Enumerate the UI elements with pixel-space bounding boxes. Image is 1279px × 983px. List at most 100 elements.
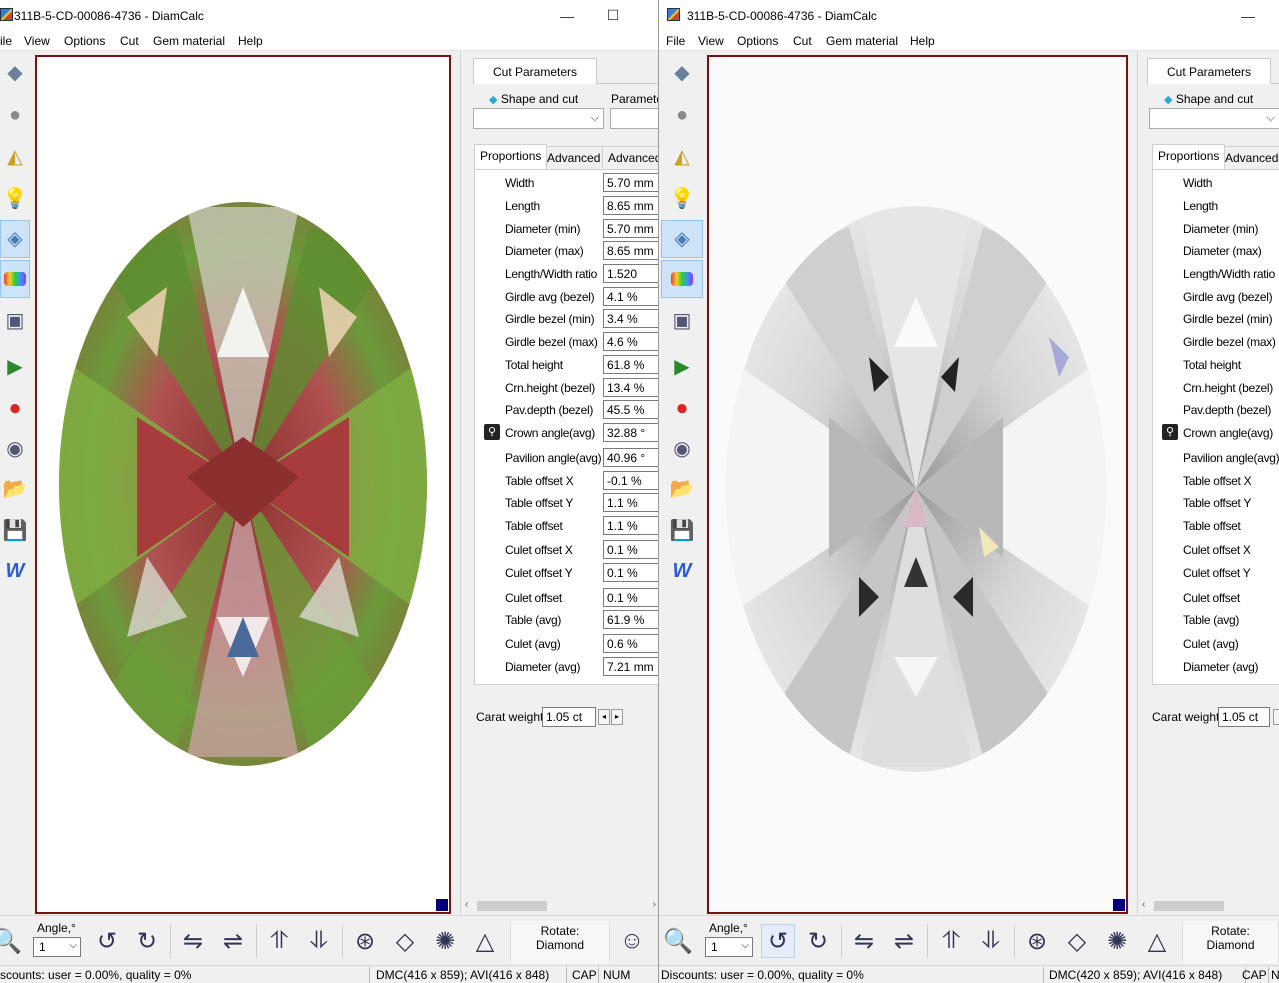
- proportion-value-field[interactable]: 8.65 mm: [603, 241, 658, 260]
- parameter-select[interactable]: [610, 108, 658, 129]
- proportion-value-field[interactable]: 0.1 %: [603, 563, 658, 582]
- rotate-ccw-button[interactable]: ↺: [761, 924, 795, 958]
- view-profile-button[interactable]: △: [1140, 924, 1174, 958]
- minimize-icon[interactable]: —: [1225, 0, 1271, 31]
- lock-toggle-icon[interactable]: ⚲: [484, 424, 500, 440]
- proportion-value-field[interactable]: 3.4 %: [603, 309, 658, 328]
- proportion-value-field[interactable]: 1.520: [603, 264, 658, 283]
- carat-decrease-button[interactable]: [1273, 709, 1279, 725]
- angle-select[interactable]: 1 ⌵: [33, 937, 81, 957]
- proportion-value-field[interactable]: 61.9 %: [603, 610, 658, 629]
- menu-view[interactable]: View: [24, 34, 50, 48]
- tab-proportions[interactable]: Proportions: [474, 144, 548, 169]
- menu-file[interactable]: File: [666, 34, 685, 48]
- minimize-icon[interactable]: —: [544, 0, 590, 31]
- zoom-tool[interactable]: 🔍: [0, 924, 24, 958]
- tilt-down-button[interactable]: ⥥: [974, 924, 1008, 958]
- open-tool[interactable]: 📂: [661, 470, 703, 508]
- open-tool[interactable]: 📂: [0, 470, 30, 508]
- proportion-value-field[interactable]: 4.6 %: [603, 332, 658, 351]
- diamond-view-tool[interactable]: ◆: [661, 54, 703, 92]
- tab-cut-parameters[interactable]: Cut Parameters: [473, 58, 597, 84]
- panel-horizontal-scrollbar[interactable]: ‹ ›: [461, 898, 658, 914]
- view-profile-button[interactable]: △: [468, 924, 502, 958]
- carat-weight-field[interactable]: 1.05 ct: [1218, 707, 1270, 727]
- render-tool[interactable]: ◈: [661, 220, 703, 258]
- proportion-value-field[interactable]: 32.88 °: [603, 423, 658, 442]
- rotate-ccw-button[interactable]: ↺: [90, 924, 124, 958]
- record-tool[interactable]: ⏺: [0, 390, 30, 428]
- scroll-left-icon[interactable]: ‹: [1142, 899, 1145, 910]
- light-tool[interactable]: ●: [0, 96, 30, 134]
- rotate-mode-box[interactable]: Rotate: Diamond: [1182, 921, 1279, 963]
- menu-gem-material[interactable]: Gem material: [153, 34, 225, 48]
- scroll-thumb[interactable]: [477, 901, 547, 911]
- menu-help[interactable]: Help: [910, 34, 935, 48]
- proportion-value-field[interactable]: 45.5 %: [603, 400, 658, 419]
- flip-horizontal-left-button[interactable]: ⇋: [847, 924, 881, 958]
- proportion-value-field[interactable]: 1.1 %: [603, 493, 658, 512]
- scroll-left-icon[interactable]: ‹: [465, 899, 468, 910]
- proportion-value-field[interactable]: 13.4 %: [603, 378, 658, 397]
- proportion-value-field[interactable]: 0.1 %: [603, 588, 658, 607]
- shape-and-cut-select[interactable]: ⌵: [1149, 108, 1279, 129]
- proportion-value-field[interactable]: 0.6 %: [603, 634, 658, 653]
- paint-tool[interactable]: ◭: [0, 138, 30, 176]
- carat-weight-field[interactable]: 1.05 ct: [542, 707, 596, 727]
- user-button[interactable]: ☺: [615, 924, 649, 958]
- proportion-value-field[interactable]: 5.70 mm: [603, 173, 658, 192]
- export-tool[interactable]: ◉: [0, 430, 30, 468]
- tilt-up-button[interactable]: ⥣: [934, 924, 968, 958]
- title-bar[interactable]: 311B-5-CD-00086-4736 - DiamCalc — ☐: [0, 0, 658, 31]
- angle-select[interactable]: 1 ⌵: [705, 937, 753, 957]
- menu-view[interactable]: View: [698, 34, 724, 48]
- menu-file[interactable]: ile: [0, 34, 12, 48]
- view-bottom-button[interactable]: ✺: [428, 924, 462, 958]
- panel-horizontal-scrollbar[interactable]: ‹: [1138, 898, 1279, 914]
- diamond-viewport[interactable]: [35, 55, 451, 914]
- screen-tool[interactable]: ▣: [0, 302, 30, 340]
- carat-decrease-button[interactable]: ◂: [598, 709, 610, 725]
- menu-options[interactable]: Options: [64, 34, 105, 48]
- tab-proportions[interactable]: Proportions: [1152, 144, 1226, 169]
- maximize-icon[interactable]: ☐: [590, 0, 636, 31]
- flip-horizontal-right-button[interactable]: ⇌: [887, 924, 921, 958]
- tab-advanced-1[interactable]: Advanced: [541, 146, 607, 168]
- proportion-value-field[interactable]: 5.70 mm: [603, 219, 658, 238]
- diamond-viewport[interactable]: [707, 55, 1128, 914]
- view-side-button[interactable]: ◇: [1060, 924, 1094, 958]
- carat-increase-button[interactable]: ▸: [611, 709, 623, 725]
- render-tool[interactable]: ◈: [0, 220, 30, 258]
- tab-advanced-1[interactable]: Advanced: [1219, 146, 1279, 168]
- lighting-tool[interactable]: 💡: [661, 180, 703, 218]
- proportion-value-field[interactable]: 40.96 °: [603, 448, 658, 467]
- word-export-tool[interactable]: W: [0, 552, 30, 590]
- save-tool[interactable]: 💾: [0, 512, 30, 550]
- shape-and-cut-select[interactable]: ⌵: [473, 108, 604, 129]
- spectrum-tool[interactable]: [0, 260, 30, 298]
- menu-options[interactable]: Options: [737, 34, 778, 48]
- menu-cut[interactable]: Cut: [120, 34, 139, 48]
- proportion-value-field[interactable]: 61.8 %: [603, 355, 658, 374]
- tilt-down-button[interactable]: ⥥: [302, 924, 336, 958]
- export-tool[interactable]: ◉: [661, 430, 703, 468]
- view-top-button[interactable]: ⊛: [348, 924, 382, 958]
- diamond-view-tool[interactable]: ◆: [0, 54, 30, 92]
- zoom-tool[interactable]: 🔍: [661, 924, 695, 958]
- screen-tool[interactable]: ▣: [661, 302, 703, 340]
- proportion-value-field[interactable]: 1.1 %: [603, 516, 658, 535]
- view-side-button[interactable]: ◇: [388, 924, 422, 958]
- save-tool[interactable]: 💾: [661, 512, 703, 550]
- scroll-right-icon[interactable]: ›: [653, 899, 656, 910]
- title-bar[interactable]: 311B-5-CD-00086-4736 - DiamCalc —: [659, 0, 1279, 31]
- tilt-up-button[interactable]: ⥣: [262, 924, 296, 958]
- record-tool[interactable]: ⏺: [661, 390, 703, 428]
- proportion-value-field[interactable]: 0.1 %: [603, 540, 658, 559]
- menu-gem-material[interactable]: Gem material: [826, 34, 898, 48]
- tab-cut-parameters[interactable]: Cut Parameters: [1147, 58, 1271, 84]
- play-tool[interactable]: ▶: [0, 348, 30, 386]
- viewport-corner-marker[interactable]: [1113, 899, 1125, 911]
- proportion-value-field[interactable]: -0.1 %: [603, 471, 658, 490]
- rotate-mode-box[interactable]: Rotate: Diamond: [510, 921, 610, 963]
- play-tool[interactable]: ▶: [661, 348, 703, 386]
